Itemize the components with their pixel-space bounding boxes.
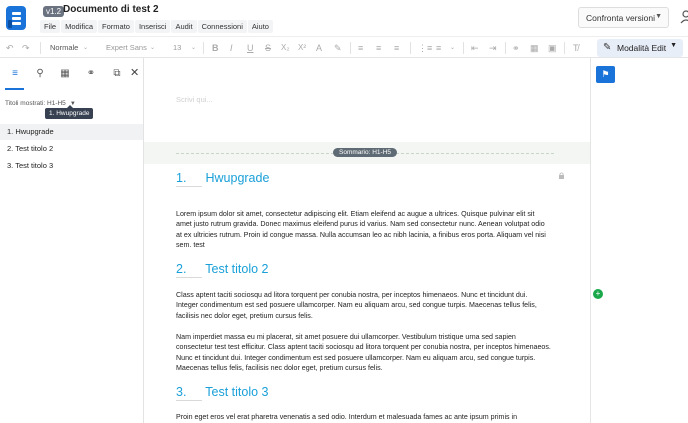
version-badge[interactable]: v1.2 — [43, 6, 65, 17]
align-center-icon[interactable]: ≡ — [376, 41, 381, 55]
edit-mode-label: Modalità Edit — [617, 43, 667, 53]
menu-bar: File Modifica Formato Inserisci Audit Co… — [40, 20, 273, 33]
heading-number: 2. — [176, 262, 202, 278]
undo-icon[interactable]: ↶ — [6, 41, 14, 55]
table-icon[interactable]: ▦ — [530, 41, 539, 55]
toolbar-divider — [203, 42, 204, 54]
chevron-down-icon: ⌄ — [450, 45, 456, 51]
compare-versions-button[interactable]: Confronta versioni ▼ — [578, 7, 669, 28]
menu-inserisci[interactable]: Inserisci — [134, 20, 171, 33]
toolbar-divider — [564, 42, 565, 54]
flag-icon[interactable]: ⚑ — [596, 66, 615, 83]
outdent-icon[interactable]: ⇤ — [471, 41, 479, 55]
toc-item[interactable]: 1. Hwupgrade — [0, 124, 143, 140]
sidebar-tabs: ≡ ⚲ ▦ ⚭ ⧉ ✕ — [0, 58, 144, 90]
chevron-down-icon: ⌄ — [191, 45, 197, 51]
heading-filter-label: Titoli mostrati: H1-H5 — [5, 100, 66, 107]
font-family-select[interactable]: Expert Sans — [106, 41, 147, 55]
menu-connessioni[interactable]: Connessioni — [197, 20, 247, 33]
chevron-down-icon: ⌄ — [83, 45, 89, 51]
toc-item[interactable]: 3. Test titolo 3 — [0, 158, 143, 174]
align-right-icon[interactable]: ≡ — [394, 41, 399, 55]
menu-formato[interactable]: Formato — [98, 20, 134, 33]
clear-format-icon[interactable]: T̸ — [573, 41, 579, 55]
toolbar-divider — [463, 42, 464, 54]
heading-text: Hwupgrade — [205, 171, 270, 185]
link-icon[interactable]: ⚭ — [512, 41, 520, 55]
editor-placeholder[interactable]: Scrivi qui... — [176, 95, 213, 104]
outline-sidebar: ≡ ⚲ ▦ ⚭ ⧉ ✕ Titoli mostrati: H1-H5 ▼ 1. H… — [0, 58, 144, 423]
heading-number: 1. — [176, 171, 202, 187]
underline-icon[interactable]: U — [247, 41, 254, 55]
menu-audit[interactable]: Audit — [171, 20, 197, 33]
chevron-down-icon: ▼ — [655, 13, 662, 20]
heading-text: Test titolo 2 — [205, 262, 269, 276]
summary-band: Sommario: H1-H5 — [144, 142, 590, 164]
font-size-select[interactable]: 13 — [173, 41, 181, 55]
format-toolbar: ↶ ↷ Normale ⌄ Expert Sans ⌄ 13 ⌄ B I U S… — [0, 36, 688, 58]
outline-tab-icon[interactable]: ≡ — [8, 67, 22, 81]
chevron-down-icon: ▼ — [670, 42, 677, 49]
toolbar-divider — [40, 42, 41, 54]
user-icon[interactable] — [680, 10, 688, 24]
italic-icon[interactable]: I — [230, 41, 233, 55]
strikethrough-icon[interactable]: S — [265, 41, 271, 55]
page-header-area[interactable]: Scrivi qui... — [144, 58, 590, 142]
bold-icon[interactable]: B — [212, 41, 219, 55]
lock-icon — [559, 172, 564, 179]
toolbar-divider — [350, 42, 351, 54]
subscript-icon[interactable]: X₂ — [281, 41, 289, 55]
heading-filter[interactable]: Titoli mostrati: H1-H5 ▼ — [5, 100, 76, 107]
pen-icon: ✎ — [603, 42, 612, 53]
superscript-icon[interactable]: X² — [298, 41, 306, 55]
compare-versions-label: Confronta versioni — [586, 12, 655, 23]
heading-number: 3. — [176, 385, 202, 401]
numbered-list-icon[interactable]: ≡ — [436, 41, 441, 55]
chevron-down-icon: ⌄ — [150, 45, 156, 51]
top-bar: v1.2 Documento di test 2 File Modifica F… — [0, 0, 688, 36]
bullet-list-icon[interactable]: ⋮≡ — [418, 41, 432, 55]
indent-icon[interactable]: ⇥ — [489, 41, 497, 55]
menu-modifica[interactable]: Modifica — [61, 20, 98, 33]
menu-aiuto[interactable]: Aiuto — [247, 20, 273, 33]
heading-text: Test titolo 3 — [205, 385, 269, 399]
close-icon[interactable]: ✕ — [130, 66, 139, 79]
tooltip: 1. Hwupgrade — [45, 105, 94, 119]
image-icon[interactable]: ▣ — [548, 41, 557, 55]
active-tab-indicator — [5, 88, 24, 90]
add-comment-icon[interactable]: + — [593, 289, 603, 299]
toolbar-divider — [505, 42, 506, 54]
table-tab-icon[interactable]: ▦ — [58, 67, 72, 81]
toc-item[interactable]: 2. Test titolo 2 — [0, 141, 143, 157]
document-title[interactable]: Documento di test 2 — [63, 4, 159, 15]
align-left-icon[interactable]: ≡ — [358, 41, 363, 55]
heading-section-2[interactable]: 2. Test titolo 2 — [176, 262, 268, 278]
paragraph[interactable]: Lorem ipsum dolor sit amet, consectetur … — [176, 209, 551, 250]
text-color-icon[interactable]: A — [316, 41, 322, 55]
toolbar-divider — [410, 42, 411, 54]
heading-section-3[interactable]: 3. Test titolo 3 — [176, 385, 268, 401]
redo-icon[interactable]: ↷ — [22, 41, 30, 55]
highlight-icon[interactable]: ✎ — [334, 41, 342, 55]
comments-panel: ⚑ + — [590, 58, 688, 423]
document-editor: Scrivi qui... Sommario: H1-H5 1. Hwupgra… — [144, 58, 590, 423]
menu-file[interactable]: File — [40, 20, 61, 33]
edit-mode-button[interactable]: ✎ Modalità Edit ▼ — [597, 39, 683, 57]
link-tab-icon[interactable]: ⚭ — [84, 67, 98, 81]
summary-badge[interactable]: Sommario: H1-H5 — [333, 148, 398, 157]
paragraph-style-select[interactable]: Normale — [50, 41, 78, 55]
paragraph[interactable]: Proin eget eros vel erat pharetra venena… — [176, 412, 551, 422]
paragraph[interactable]: Nam imperdiet massa eu mi placerat, sit … — [176, 332, 551, 373]
app-logo-icon[interactable] — [6, 6, 26, 30]
paragraph[interactable]: Class aptent taciti sociosqu ad litora t… — [176, 290, 551, 321]
heading-section-1[interactable]: 1. Hwupgrade — [176, 171, 269, 187]
structure-tab-icon[interactable]: ⚲ — [33, 67, 47, 81]
copy-tab-icon[interactable]: ⧉ — [110, 67, 124, 81]
